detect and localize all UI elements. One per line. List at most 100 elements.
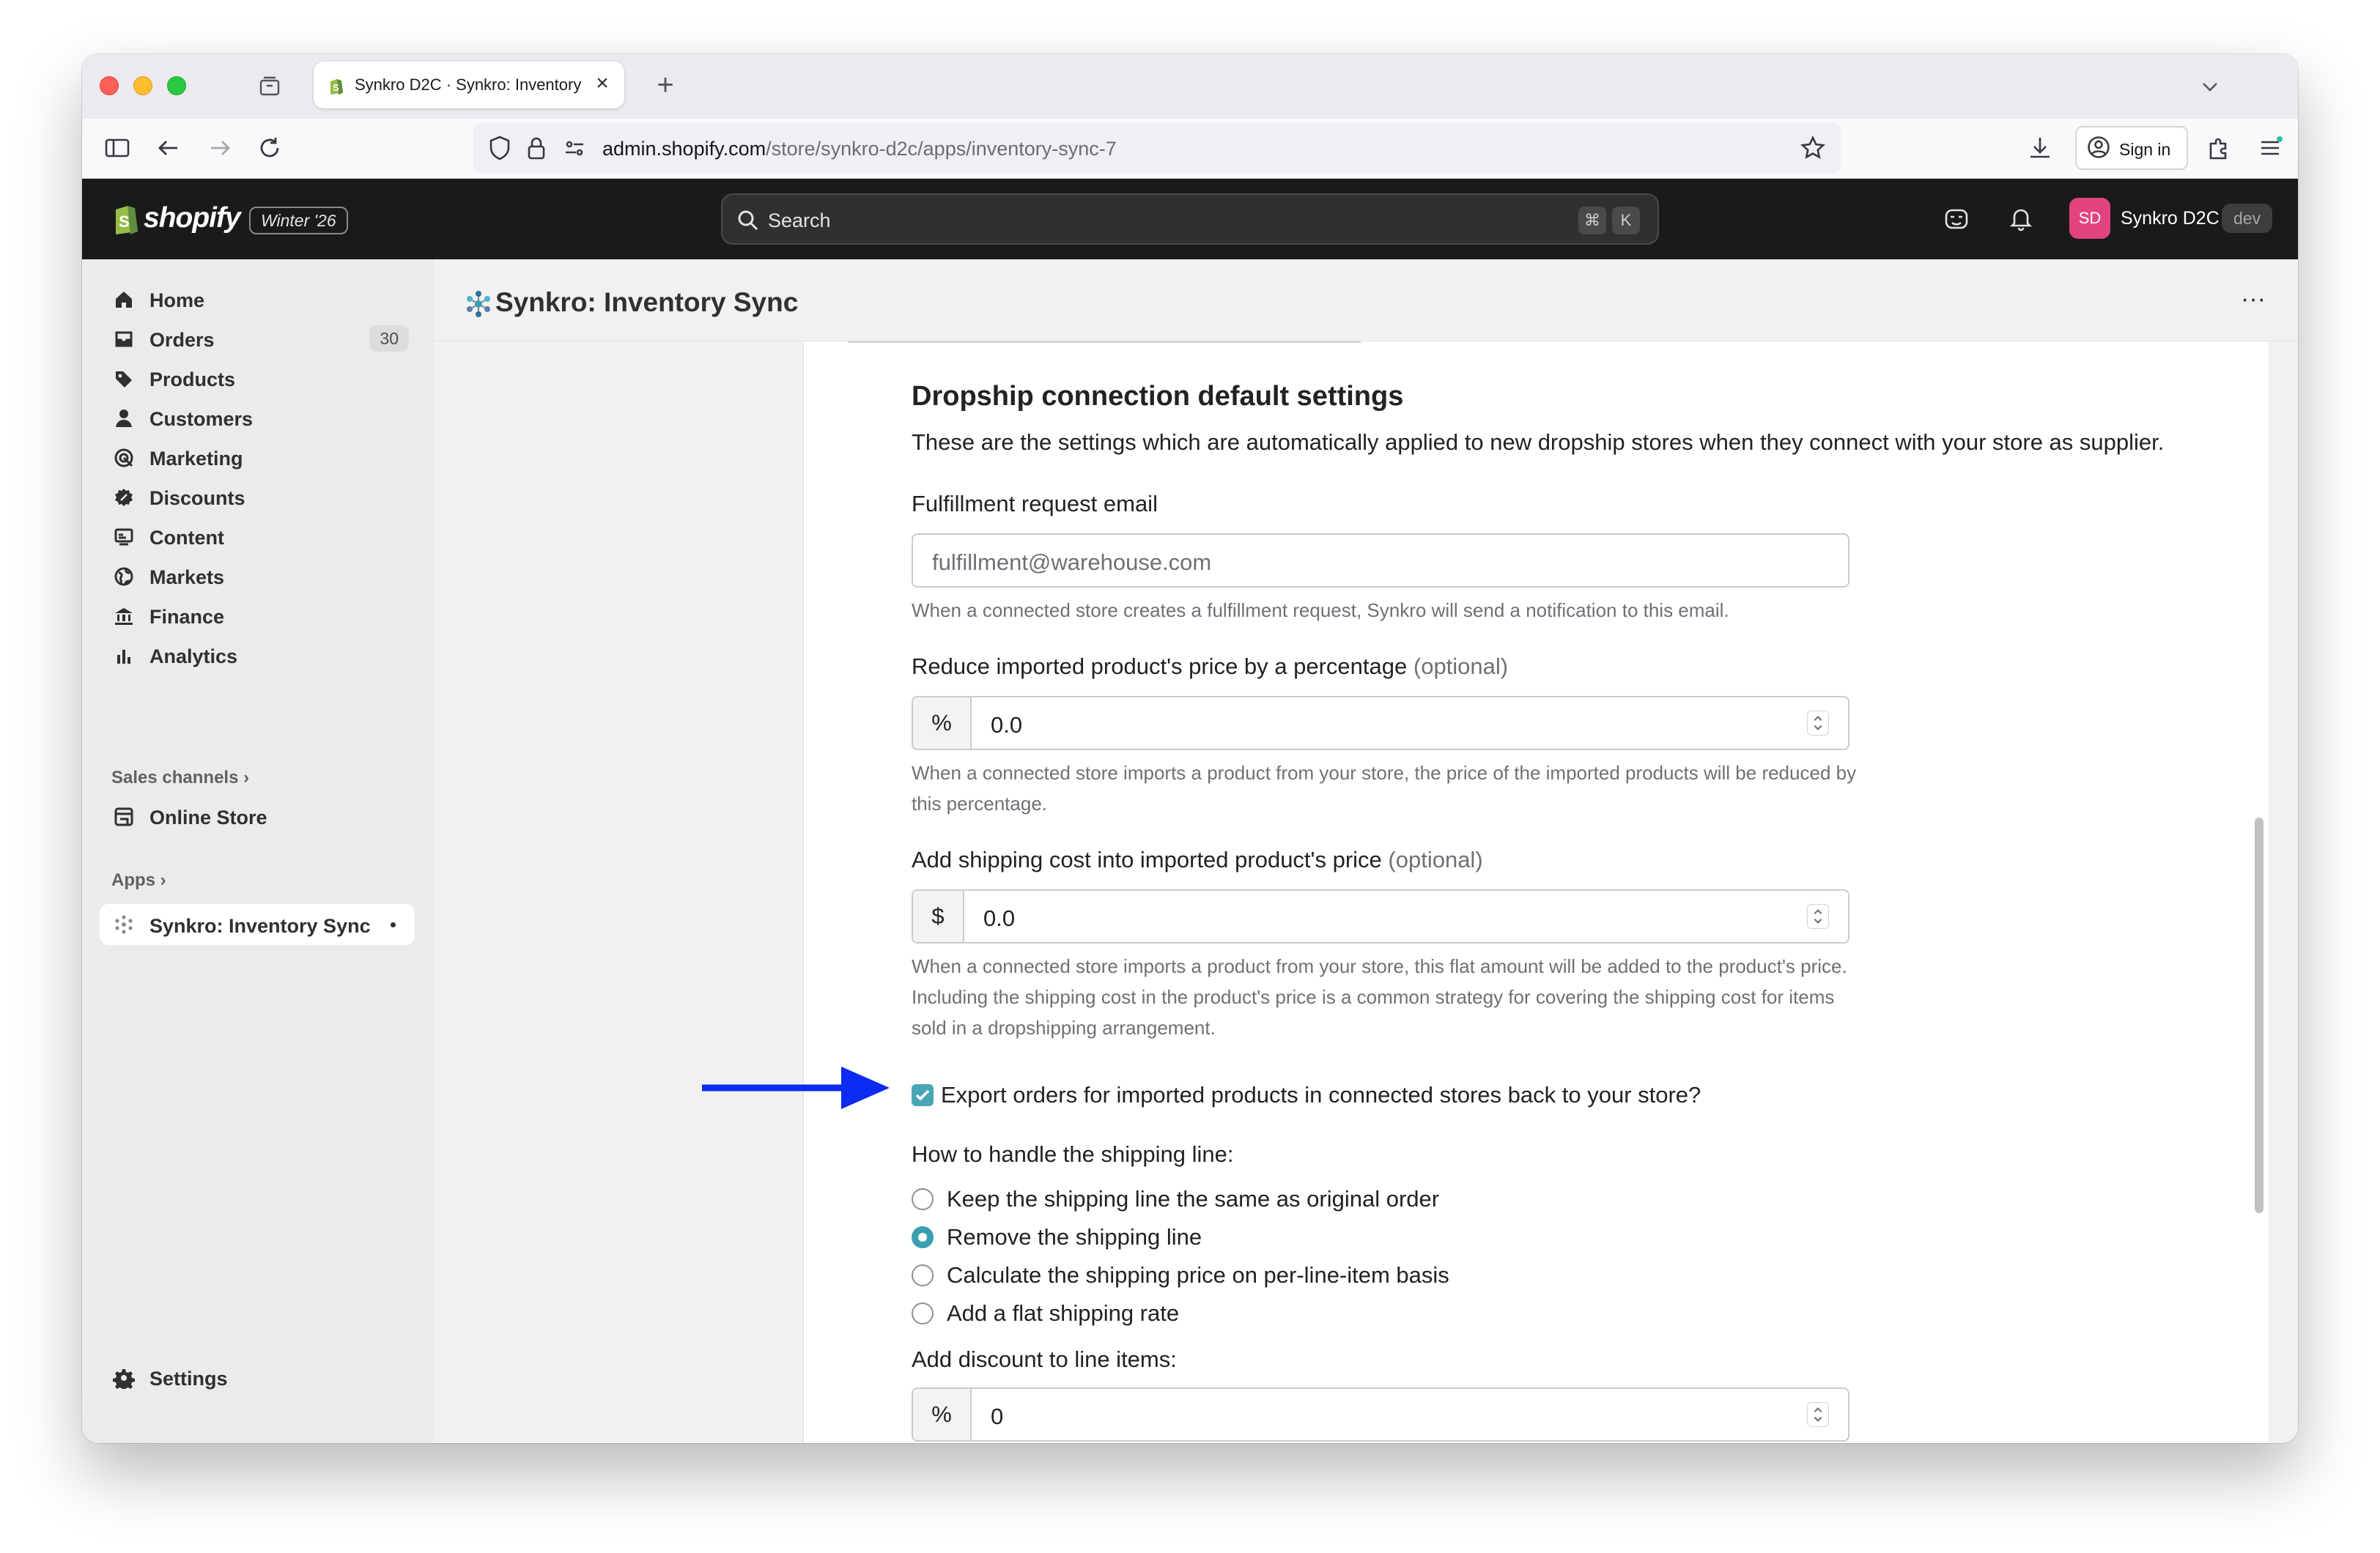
sidebar-item-home[interactable]: Home — [100, 280, 415, 318]
globe-icon — [113, 566, 135, 588]
shipping-option-keep-radio[interactable] — [912, 1188, 934, 1210]
new-tab-icon[interactable]: + — [651, 70, 680, 100]
optional-tag: (optional) — [1388, 847, 1483, 872]
back-icon[interactable] — [154, 133, 183, 163]
divider — [848, 341, 1361, 343]
avatar[interactable]: SD — [2069, 198, 2110, 239]
scrollbar[interactable] — [2255, 818, 2263, 1213]
sidebar-item-label: Analytics — [149, 645, 238, 667]
price-reduction-label: Reduce imported product's price by a per… — [912, 653, 1508, 680]
shopify-favicon-icon: S — [327, 76, 346, 95]
sidebar-item-markets[interactable]: Markets — [100, 557, 415, 595]
annotation-arrow — [702, 1067, 890, 1109]
apps-heading[interactable]: Apps › — [111, 870, 166, 891]
bell-icon[interactable] — [2006, 204, 2036, 233]
price-reduction-input[interactable]: % 0.0 — [912, 696, 1849, 750]
chevron-right-icon: › — [160, 870, 166, 890]
shield-icon[interactable] — [485, 133, 514, 163]
number-stepper-icon[interactable] — [1807, 1402, 1829, 1427]
sidebar-item-label: Content — [149, 527, 224, 549]
store-name[interactable]: Synkro D2C — [2121, 208, 2220, 229]
sidebar-item-label: Orders — [149, 329, 215, 351]
home-icon — [113, 289, 135, 311]
orders-count-badge: 30 — [369, 325, 409, 352]
sidebar-item-products[interactable]: Products — [100, 359, 415, 397]
menu-icon[interactable] — [2255, 133, 2285, 163]
shipping-option-label[interactable]: Add a flat shipping rate — [947, 1300, 1179, 1327]
email-field[interactable]: fulfillment@warehouse.com — [912, 533, 1849, 588]
orders-icon — [113, 328, 135, 350]
sidebar-item-label: Online Store — [149, 807, 267, 829]
shortcut-k-key: K — [1612, 207, 1640, 234]
admin-search-input[interactable]: Search ⌘ K — [721, 193, 1659, 245]
forward-icon[interactable] — [205, 133, 234, 163]
tab-close-icon[interactable]: × — [591, 72, 614, 95]
synkro-logo-icon — [463, 289, 494, 319]
browser-window: S Synkro D2C · Synkro: Inventory × + adm… — [82, 54, 2298, 1443]
shipping-option-label[interactable]: Keep the shipping line the same as origi… — [947, 1186, 1439, 1212]
export-orders-checkbox[interactable] — [912, 1084, 934, 1106]
sidebar-item-content[interactable]: Content — [100, 517, 415, 555]
more-actions-icon[interactable]: ··· — [2241, 286, 2270, 314]
shopify-wordmark[interactable]: shopify — [144, 202, 241, 234]
number-stepper-icon[interactable] — [1807, 711, 1829, 735]
reload-icon[interactable] — [255, 133, 284, 163]
sidebar-item-analytics[interactable]: Analytics — [100, 636, 415, 674]
url-host: admin.shopify.com — [602, 138, 766, 160]
url-text: admin.shopify.com/store/synkro-d2c/apps/… — [602, 138, 1117, 160]
close-window-button[interactable] — [100, 76, 119, 95]
address-bar[interactable]: admin.shopify.com/store/synkro-d2c/apps/… — [473, 123, 1841, 173]
dev-store-badge: dev — [2222, 204, 2273, 233]
site-settings-icon[interactable] — [560, 133, 589, 163]
dollar-prefix: $ — [913, 891, 964, 942]
edition-badge[interactable]: Winter '26 — [249, 207, 348, 234]
app-title-bar: Synkro: Inventory Sync ··· — [434, 259, 2298, 341]
sidebar-item-marketing[interactable]: Marketing — [100, 438, 415, 476]
sidebar-item-orders[interactable]: Orders 30 — [100, 319, 415, 357]
sidebar-item-customers[interactable]: Customers — [100, 399, 415, 437]
lock-icon[interactable] — [522, 133, 551, 163]
apps-label: Apps — [111, 870, 155, 890]
extensions-icon[interactable] — [2204, 133, 2233, 163]
email-field-label: Fulfillment request email — [912, 491, 1158, 516]
sidebar-item-online-store[interactable]: Online Store — [100, 797, 415, 835]
shipping-option-remove-radio[interactable] — [912, 1226, 934, 1248]
store-icon — [113, 806, 135, 828]
minimize-window-button[interactable] — [133, 76, 152, 95]
price-reduction-value: 0.0 — [991, 712, 1023, 738]
sign-in-button[interactable]: Sign in — [2075, 126, 2188, 170]
active-tab[interactable]: S Synkro D2C · Synkro: Inventory × — [314, 62, 624, 108]
sidebar-item-label: Synkro: Inventory Sync — [149, 915, 371, 937]
shipping-option-flat-rate-radio[interactable] — [912, 1302, 934, 1324]
shopify-logo-icon[interactable]: S — [111, 202, 139, 234]
gear-icon — [113, 1367, 135, 1391]
sidebar-item-settings[interactable]: Settings — [100, 1358, 415, 1396]
number-stepper-icon[interactable] — [1807, 904, 1829, 929]
sidebar-item-finance[interactable]: Finance — [100, 596, 415, 634]
shipping-option-label[interactable]: Remove the shipping line — [947, 1224, 1202, 1250]
shipping-cost-label: Add shipping cost into imported product'… — [912, 847, 1483, 873]
sidebar-item-discounts[interactable]: Discounts — [100, 478, 415, 516]
sidekick-icon[interactable] — [1942, 204, 1971, 233]
maximize-window-button[interactable] — [167, 76, 186, 95]
sidebar-item-label: Discounts — [149, 487, 245, 509]
chevron-down-icon[interactable] — [2197, 73, 2223, 100]
sidebar-toggle-icon[interactable] — [103, 133, 132, 163]
section-description: These are the settings which are automat… — [912, 429, 2165, 455]
sidebar-item-label: Finance — [149, 606, 225, 628]
tab-overview-icon[interactable] — [258, 75, 281, 98]
shipping-option-label[interactable]: Calculate the shipping price on per-line… — [947, 1262, 1449, 1289]
section-heading: Dropship connection default settings — [912, 381, 1404, 412]
shipping-option-per-item-radio[interactable] — [912, 1264, 934, 1286]
sidebar-item-synkro-app[interactable]: Synkro: Inventory Sync — [100, 904, 415, 945]
shipping-cost-input[interactable]: $ 0.0 — [912, 889, 1849, 944]
export-orders-label[interactable]: Export orders for imported products in c… — [941, 1082, 1701, 1108]
downloads-icon[interactable] — [2025, 133, 2055, 163]
chart-icon — [113, 645, 135, 667]
line-discount-input[interactable]: % 0 — [912, 1387, 1849, 1442]
search-icon — [737, 210, 759, 231]
sales-channels-heading[interactable]: Sales channels › — [111, 768, 249, 788]
email-help-text: When a connected store creates a fulfill… — [912, 599, 1729, 621]
svg-text:S: S — [333, 82, 339, 93]
bookmark-star-icon[interactable] — [1798, 133, 1828, 163]
